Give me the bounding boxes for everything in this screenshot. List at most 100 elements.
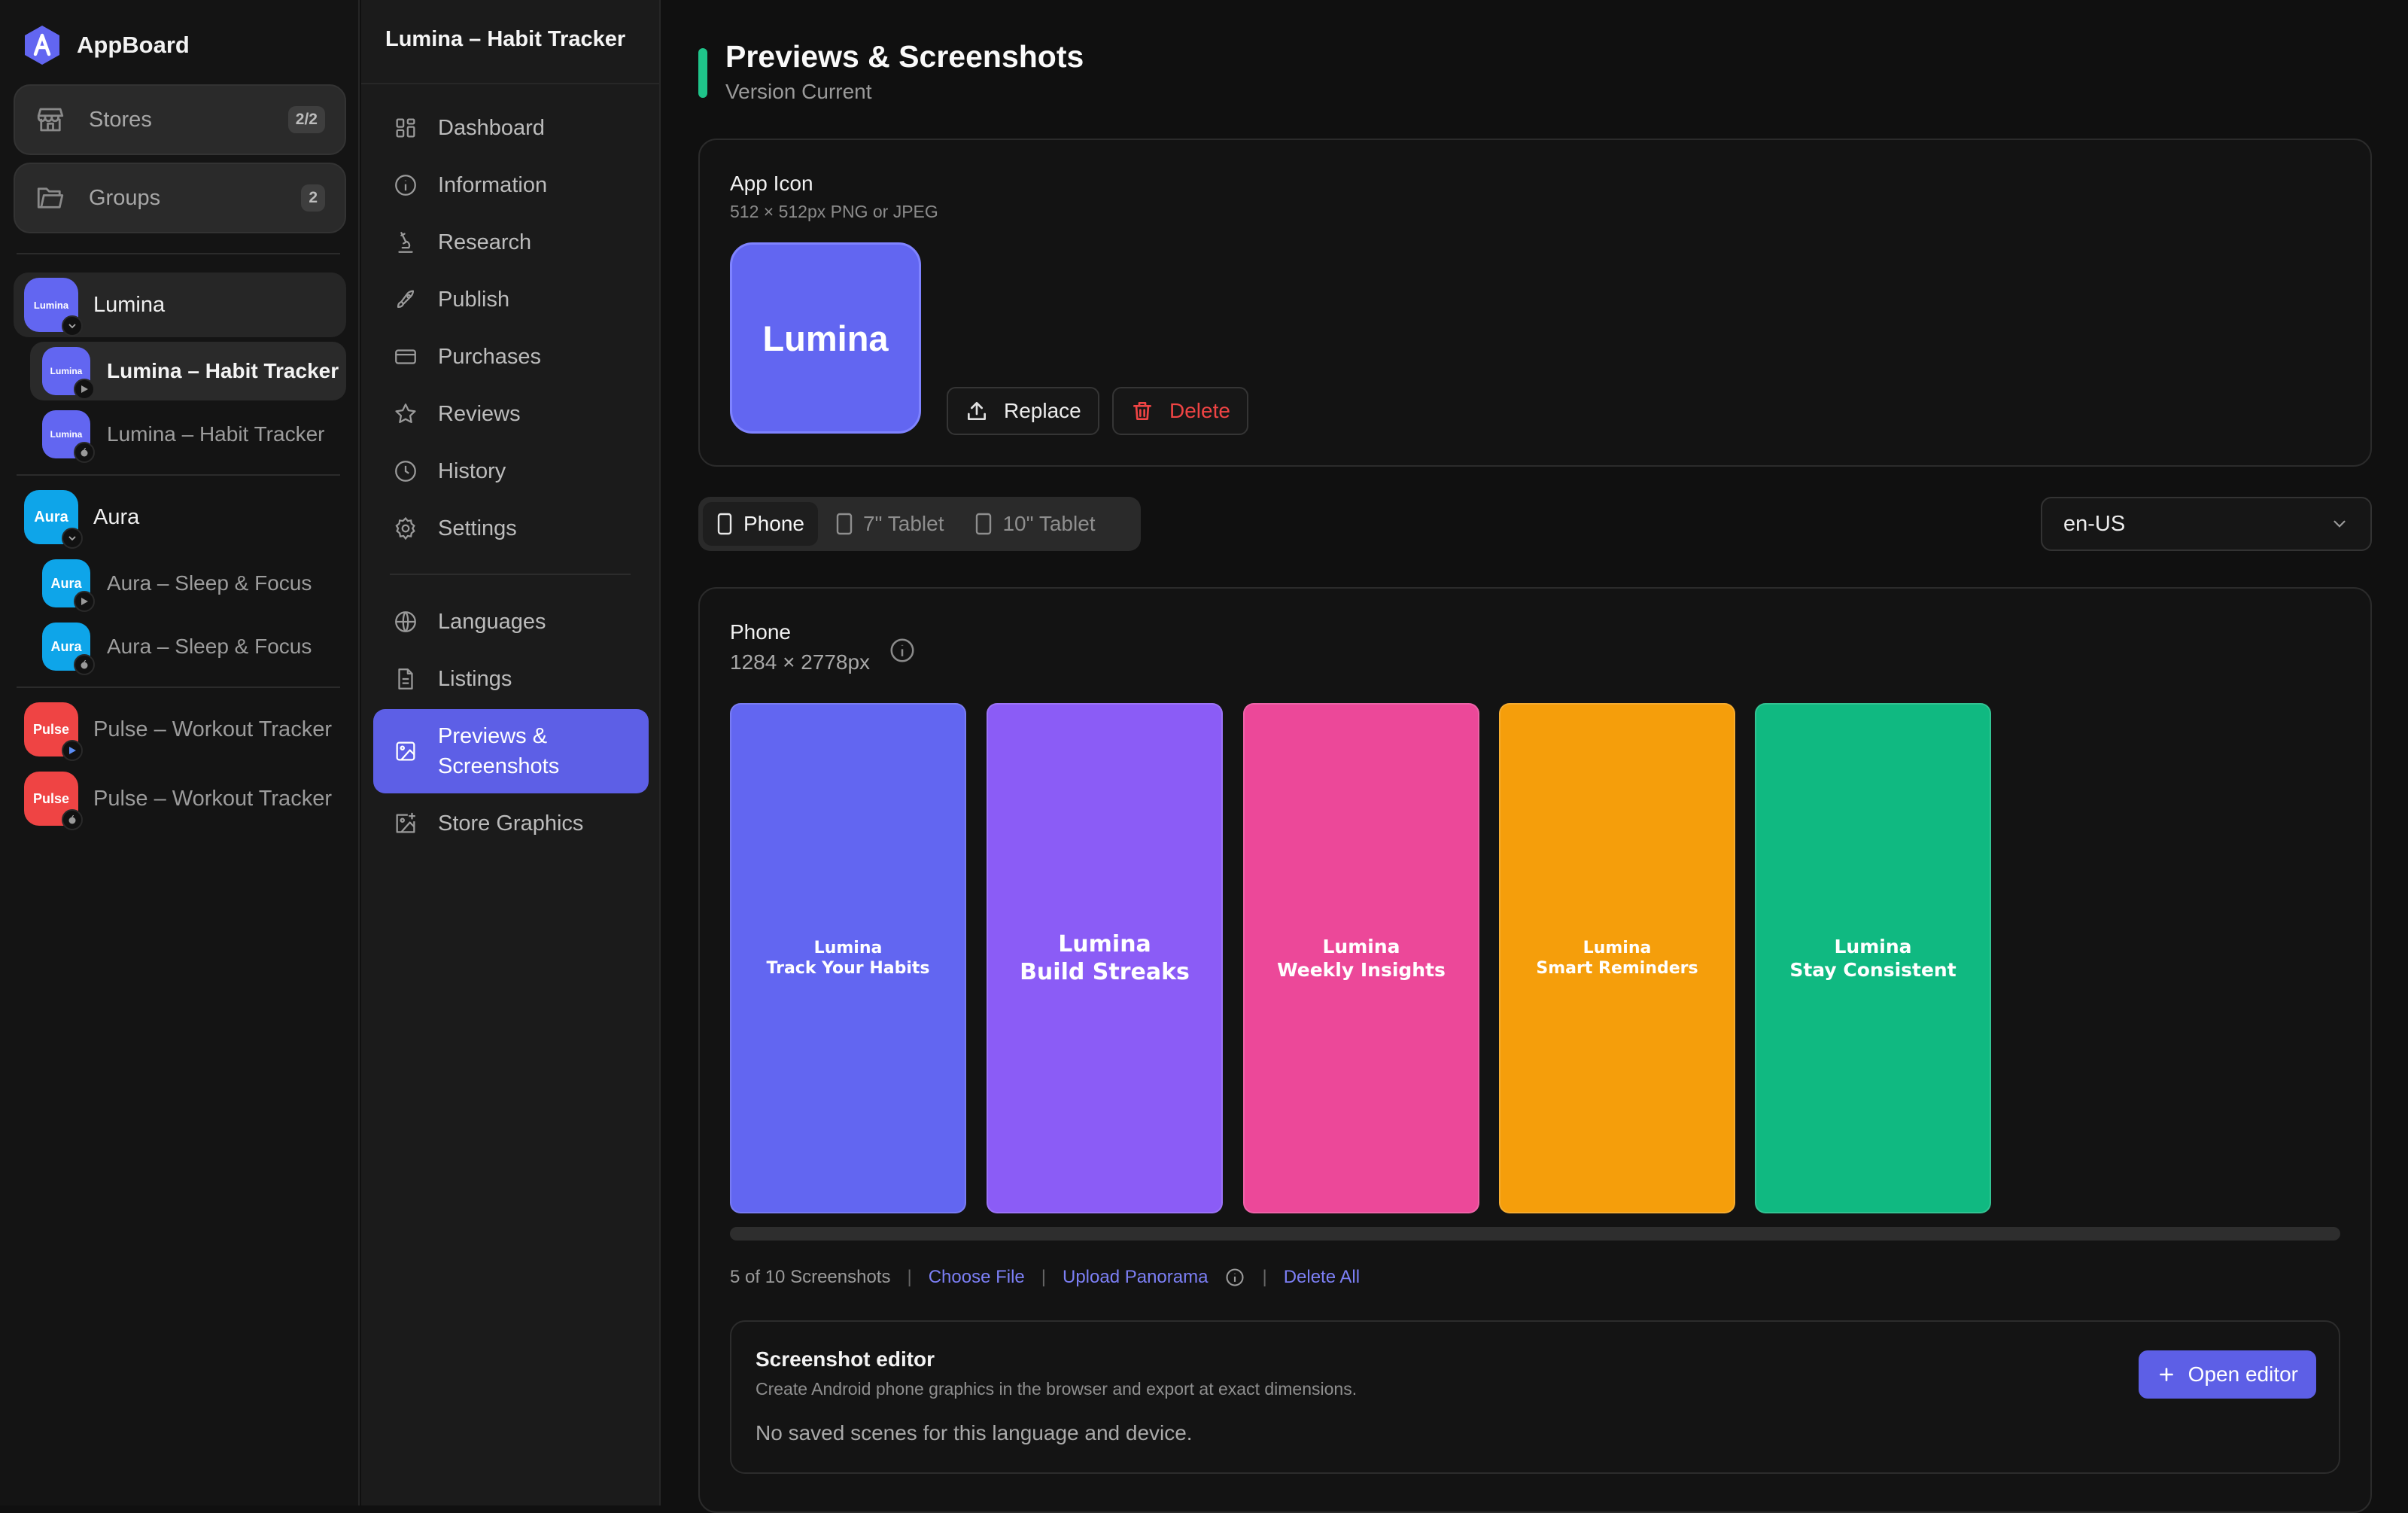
google-play-icon: [74, 379, 95, 400]
app-root: AppBoard Stores 2/2 Groups 2 Lumina Lumi…: [0, 0, 2408, 1513]
dashboard-icon: [396, 118, 415, 138]
tab-label: Phone: [743, 512, 804, 535]
info-icon: [395, 175, 416, 196]
menu-item-label: Settings: [438, 516, 517, 540]
horizontal-scrollbar[interactable]: [730, 1227, 2340, 1241]
groups-label: Groups: [89, 185, 161, 210]
screenshot-tile[interactable]: Lumina Track Your Habits: [730, 703, 966, 1213]
screenshot-actions: 5 of 10 Screenshots | Choose File | Uplo…: [730, 1267, 1360, 1288]
app-item-aura-ios[interactable]: Aura Aura – Sleep & Focus: [30, 617, 346, 676]
info-icon[interactable]: [1224, 1267, 1245, 1288]
menu-item-research[interactable]: Research: [393, 220, 531, 265]
menu-item-label: Dashboard: [438, 115, 545, 140]
app-item-lumina-android[interactable]: Lumina Lumina – Habit Tracker: [30, 342, 346, 400]
menu-item-settings[interactable]: Settings: [393, 506, 517, 551]
app-name: Lumina – Habit Tracker: [107, 422, 325, 446]
screenshot-tile[interactable]: Lumina Build Streaks: [987, 703, 1223, 1213]
brand[interactable]: AppBoard: [23, 23, 190, 68]
group-aura[interactable]: Aura Aura: [14, 485, 346, 549]
divider: [390, 574, 631, 575]
locale-select[interactable]: en-US: [2041, 497, 2372, 551]
menu-item-listings[interactable]: Listings: [393, 656, 512, 702]
rocket-icon: [397, 290, 415, 309]
app-item-pulse-ios[interactable]: Pulse Pulse – Workout Tracker: [14, 766, 346, 831]
app-name: Aura – Sleep & Focus: [107, 635, 312, 658]
avatar-text: Lumina: [50, 429, 83, 440]
avatar: Aura: [24, 490, 83, 549]
choose-file-link[interactable]: Choose File: [929, 1267, 1025, 1288]
screenshot-brand: Lumina: [1058, 930, 1151, 957]
editor-subtitle: Create Android phone graphics in the bro…: [756, 1379, 1358, 1399]
app-item-aura-android[interactable]: Aura Aura – Sleep & Focus: [30, 554, 346, 613]
tab-7-tablet[interactable]: 7" Tablet: [822, 502, 958, 546]
menu-item-languages[interactable]: Languages: [393, 599, 546, 644]
delete-all-link[interactable]: Delete All: [1284, 1267, 1360, 1288]
open-editor-label: Open editor: [2188, 1362, 2298, 1386]
divider: [17, 474, 340, 476]
google-play-icon: [62, 740, 83, 761]
apple-icon: [74, 442, 95, 463]
group-name: Lumina: [93, 292, 166, 317]
app-name: Pulse – Workout Tracker: [93, 786, 332, 811]
editor-empty-state: No saved scenes for this language and de…: [756, 1421, 1193, 1445]
menu-item-label: Store Graphics: [438, 811, 584, 836]
screenshot-brand: Lumina: [1322, 935, 1400, 957]
clock-icon: [395, 461, 416, 482]
screenshot-tile[interactable]: Lumina Smart Reminders: [1499, 703, 1735, 1213]
delete-icon-button[interactable]: Delete: [1112, 387, 1248, 435]
upload-panorama-link[interactable]: Upload Panorama: [1063, 1267, 1208, 1288]
separator: |: [1041, 1267, 1046, 1287]
info-icon[interactable]: [888, 636, 917, 665]
screenshot-tile[interactable]: Lumina Stay Consistent: [1755, 703, 1991, 1213]
stores-button[interactable]: Stores 2/2: [14, 84, 346, 155]
menu-item-store-graphics[interactable]: Store Graphics: [393, 801, 583, 846]
microscope-icon: [398, 232, 413, 253]
avatar: Pulse: [24, 702, 83, 761]
screenshot-caption: Track Your Habits: [766, 959, 930, 978]
stores-label: Stores: [89, 107, 152, 132]
replace-button[interactable]: Replace: [947, 387, 1099, 435]
menu-item-publish[interactable]: Publish: [393, 277, 509, 322]
app-icon-preview[interactable]: Lumina: [730, 242, 921, 434]
avatar: Lumina: [42, 410, 95, 463]
menu-item-purchases[interactable]: Purchases: [393, 334, 541, 379]
chevron-down-icon: [62, 528, 83, 549]
app-name: Aura – Sleep & Focus: [107, 571, 312, 595]
delete-label: Delete: [1169, 399, 1230, 422]
divider: [361, 83, 659, 84]
avatar: Lumina: [24, 278, 83, 336]
tablet-icon: [836, 513, 853, 535]
avatar: Aura: [42, 559, 95, 612]
menu-item-label: Research: [438, 230, 532, 254]
screenshot-tile[interactable]: Lumina Weekly Insights: [1243, 703, 1479, 1213]
avatar-text: Lumina: [50, 366, 83, 376]
tab-phone[interactable]: Phone: [703, 502, 818, 546]
app-item-pulse-android[interactable]: Pulse Pulse – Workout Tracker: [14, 697, 346, 762]
menu-item-label: Reviews: [438, 401, 521, 426]
menu-item-dashboard[interactable]: Dashboard: [393, 105, 545, 151]
menu-item-label: Listings: [438, 666, 512, 691]
app-item-lumina-ios[interactable]: Lumina Lumina – Habit Tracker: [30, 405, 346, 464]
menu-item-label: Languages: [438, 609, 546, 634]
menu-item-history[interactable]: History: [393, 449, 506, 494]
google-play-icon: [74, 591, 95, 612]
menu-item-previews-screenshots[interactable]: Previews & Screenshots: [373, 709, 649, 793]
open-editor-button[interactable]: Open editor: [2138, 1350, 2316, 1399]
avatar: Pulse: [24, 772, 83, 830]
gear-icon: [395, 516, 415, 540]
menu-item-information[interactable]: Information: [393, 163, 547, 208]
screenshot-caption: Stay Consistent: [1789, 959, 1956, 981]
groups-badge: 2: [301, 184, 325, 212]
groups-button[interactable]: Groups 2: [14, 163, 346, 233]
store-icon: [37, 108, 64, 132]
apple-icon: [62, 809, 83, 830]
app-name: Pulse – Workout Tracker: [93, 717, 332, 741]
tab-10-tablet[interactable]: 10" Tablet: [962, 502, 1108, 546]
device-tabs: Phone 7" Tablet 10" Tablet: [698, 497, 1141, 551]
screenshot-caption: Smart Reminders: [1536, 959, 1698, 978]
group-lumina[interactable]: Lumina Lumina: [14, 272, 346, 337]
document-icon: [398, 668, 413, 690]
menu-item-reviews[interactable]: Reviews: [393, 391, 521, 437]
app-icon-label: App Icon: [730, 172, 813, 195]
app-icon-hint: 512 × 512px PNG or JPEG: [730, 202, 938, 221]
